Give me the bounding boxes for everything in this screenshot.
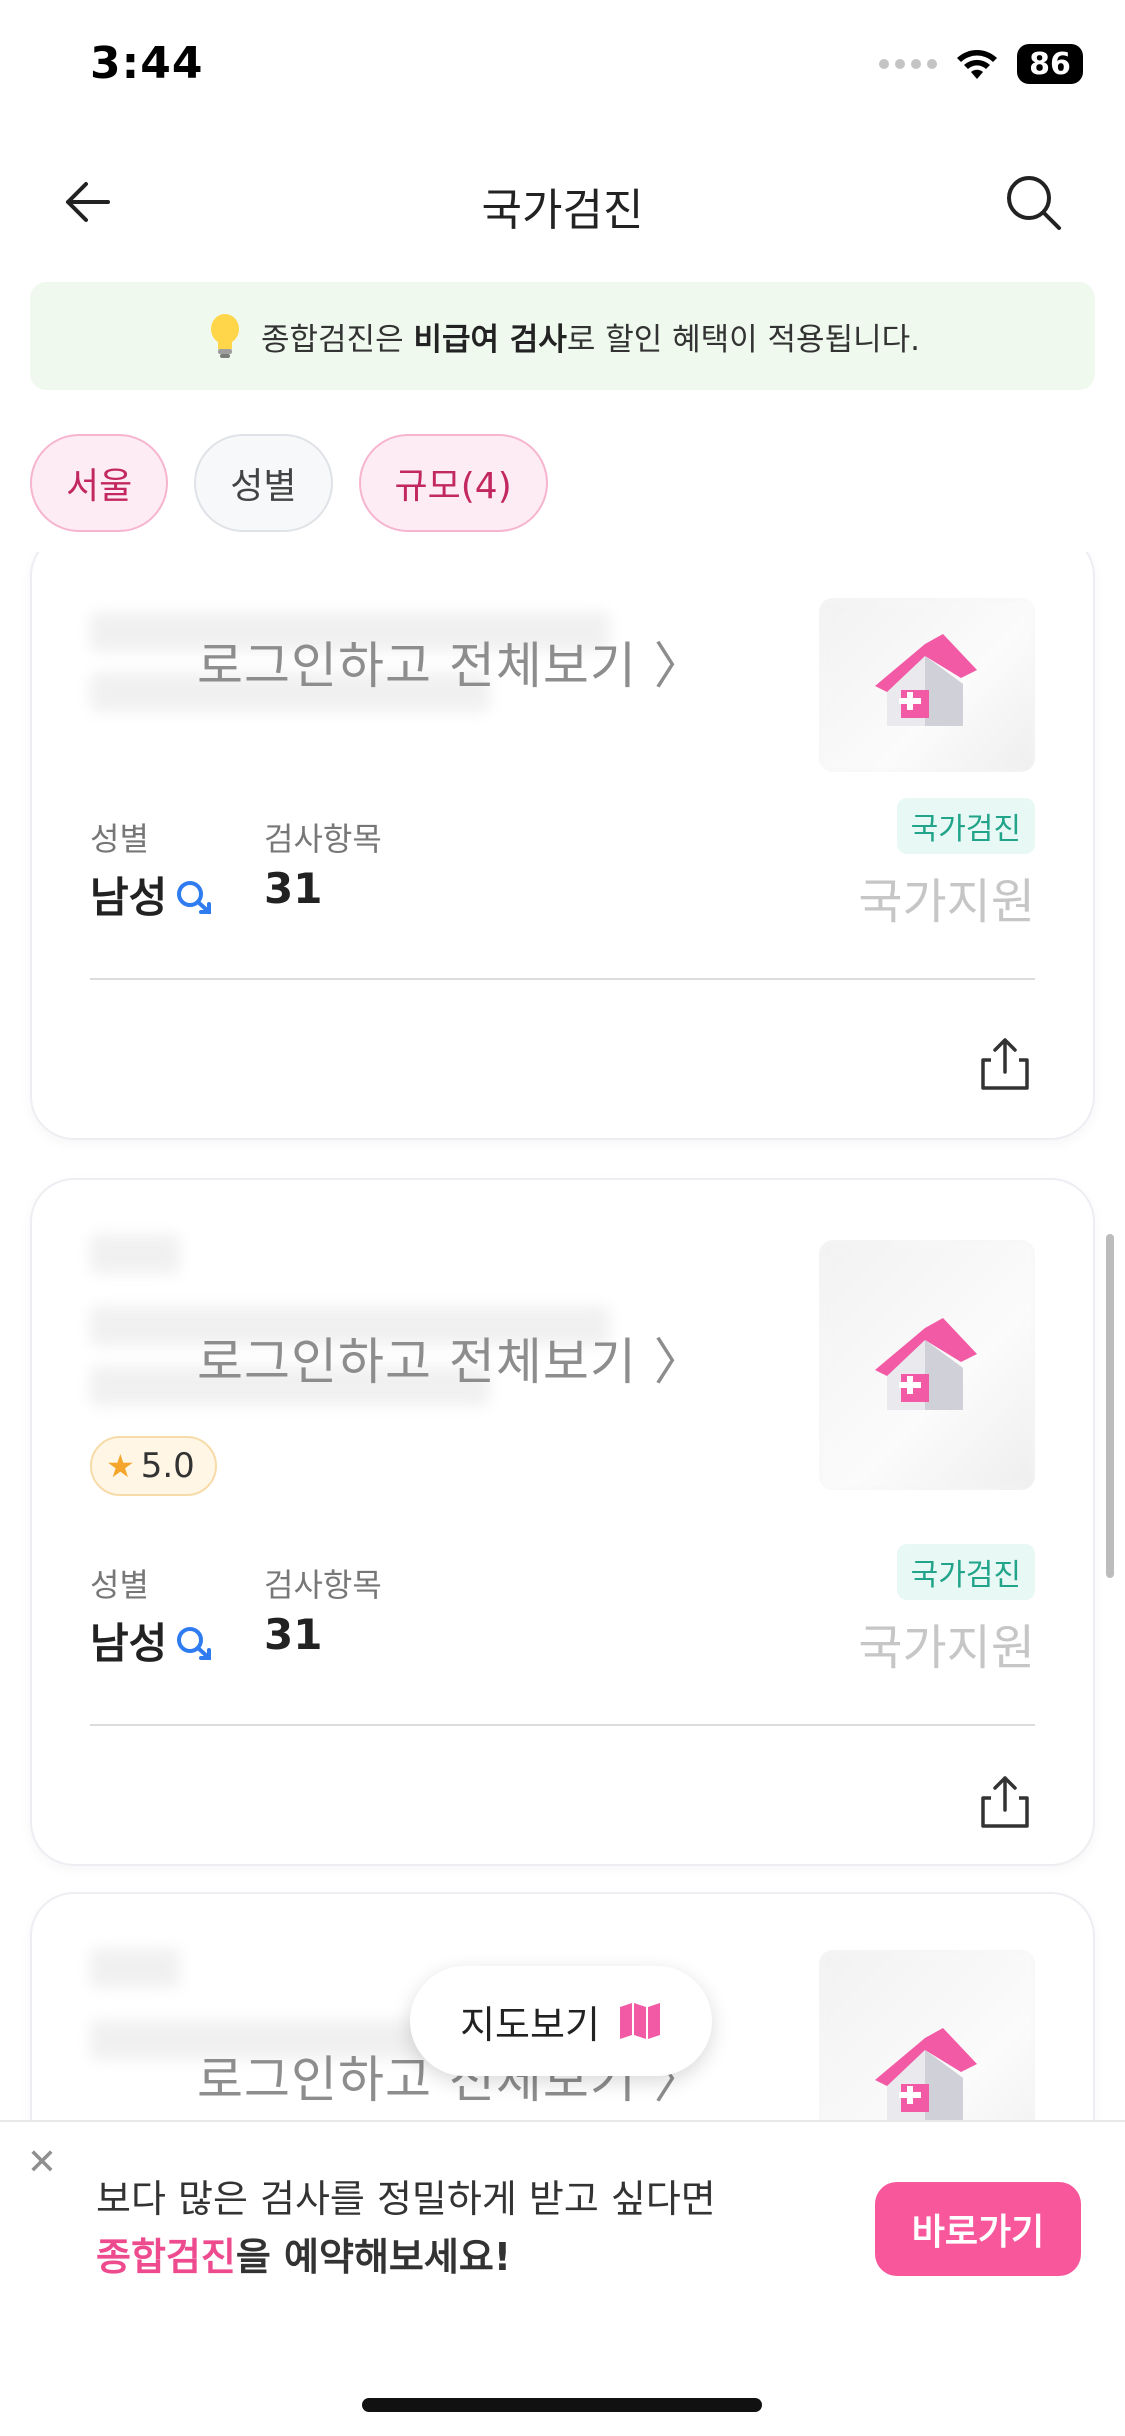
hospital-thumbnail	[819, 1240, 1035, 1490]
national-checkup-tag: 국가검진	[896, 1544, 1035, 1600]
test-items-count: 31	[264, 1610, 323, 1659]
filter-chip-gender[interactable]: 성별	[194, 434, 333, 532]
login-to-view-link[interactable]: 로그인하고 전체보기 〉	[197, 626, 705, 698]
test-items-label: 검사항목	[264, 1566, 382, 1604]
filter-chips: 서울 성별 규모(4)	[30, 434, 548, 532]
close-icon[interactable]: ✕	[24, 2142, 60, 2183]
wifi-icon	[957, 50, 997, 79]
hospital-house-icon	[875, 634, 977, 726]
test-items-count: 31	[264, 864, 323, 913]
page-title: 국가검진	[481, 185, 644, 236]
filter-chip-region[interactable]: 서울	[30, 434, 169, 532]
promo-banner: ✕ 보다 많은 검사를 정밀하게 받고 싶다면 종합검진을 예약해보세요! 바로…	[0, 2120, 1125, 2436]
scrollbar[interactable]	[1106, 1234, 1114, 1578]
promo-highlight: 종합검진	[96, 2235, 236, 2279]
share-icon[interactable]	[975, 1034, 1035, 1094]
rating-value: 5.0	[140, 1446, 195, 1486]
gender-value-text: 남성	[90, 1619, 168, 1668]
hospital-thumbnail	[819, 1950, 1035, 2122]
gender-label: 성별	[90, 820, 149, 858]
blurred-category	[90, 1948, 180, 1988]
star-icon: ★	[106, 1447, 135, 1485]
login-to-view-link[interactable]: 로그인하고 전체보기 〉	[197, 1322, 705, 1394]
battery-level: 86	[1017, 44, 1083, 84]
map-view-button[interactable]: 지도보기	[410, 1966, 712, 2076]
blurred-category	[90, 1234, 180, 1274]
lightbulb-icon	[210, 314, 239, 358]
cellular-signal-icon	[879, 59, 937, 69]
promo-line2-suffix: 을 예약해보세요!	[235, 2235, 512, 2279]
filter-chip-size[interactable]: 규모(4)	[358, 434, 548, 532]
status-icons: 86	[879, 44, 1083, 84]
card-divider	[90, 1724, 1035, 1726]
male-icon	[177, 1626, 212, 1660]
header: 국가검진	[0, 150, 1125, 250]
promo-text-line2: 종합검진을 예약해보세요!	[96, 2226, 511, 2281]
hospital-house-icon	[875, 2028, 977, 2120]
rating-badge: ★ 5.0	[90, 1436, 217, 1496]
status-time: 3:44	[90, 38, 204, 89]
hospital-card[interactable]: 로그인하고 전체보기 〉 성별 검사항목 남성 31 국가검진 국가지원	[30, 552, 1095, 1140]
hospital-list[interactable]: 로그인하고 전체보기 〉 성별 검사항목 남성 31 국가검진 국가지원 로그인…	[0, 552, 1125, 2122]
share-icon[interactable]	[975, 1772, 1035, 1832]
notice-suffix: 로 할인 혜택이 적용됩니다.	[566, 321, 920, 358]
male-icon	[177, 880, 212, 914]
notice-prefix: 종합검진은	[260, 321, 414, 358]
go-now-button[interactable]: 바로가기	[875, 2182, 1081, 2276]
home-indicator[interactable]	[362, 2398, 762, 2412]
national-support-text: 국가지원	[858, 874, 1035, 930]
map-view-label: 지도보기	[460, 2002, 600, 2047]
national-support-text: 국가지원	[858, 1620, 1035, 1676]
status-bar: 3:44 86	[0, 0, 1125, 140]
hospital-card[interactable]: 로그인하고 전체보기 〉 ★ 5.0 성별 검사항목 남성 31 국가검진 국가…	[30, 1178, 1095, 1866]
hospital-thumbnail	[819, 598, 1035, 772]
hospital-house-icon	[875, 1318, 977, 1410]
notice-banner: 종합검진은 비급여 검사로 할인 혜택이 적용됩니다.	[30, 282, 1095, 390]
gender-label: 성별	[90, 1566, 149, 1604]
promo-text-line1: 보다 많은 검사를 정밀하게 받고 싶다면	[96, 2177, 716, 2221]
gender-value-text: 남성	[90, 873, 168, 922]
notice-bold: 비급여 검사	[413, 321, 567, 358]
national-checkup-tag: 국가검진	[896, 798, 1035, 854]
test-items-label: 검사항목	[264, 820, 382, 858]
search-icon[interactable]	[1001, 170, 1065, 234]
card-divider	[90, 978, 1035, 980]
gender-value: 남성	[90, 1610, 215, 1671]
gender-value: 남성	[90, 864, 215, 925]
map-icon	[619, 2003, 660, 2039]
notice-text: 종합검진은 비급여 검사로 할인 혜택이 적용됩니다.	[261, 314, 920, 359]
